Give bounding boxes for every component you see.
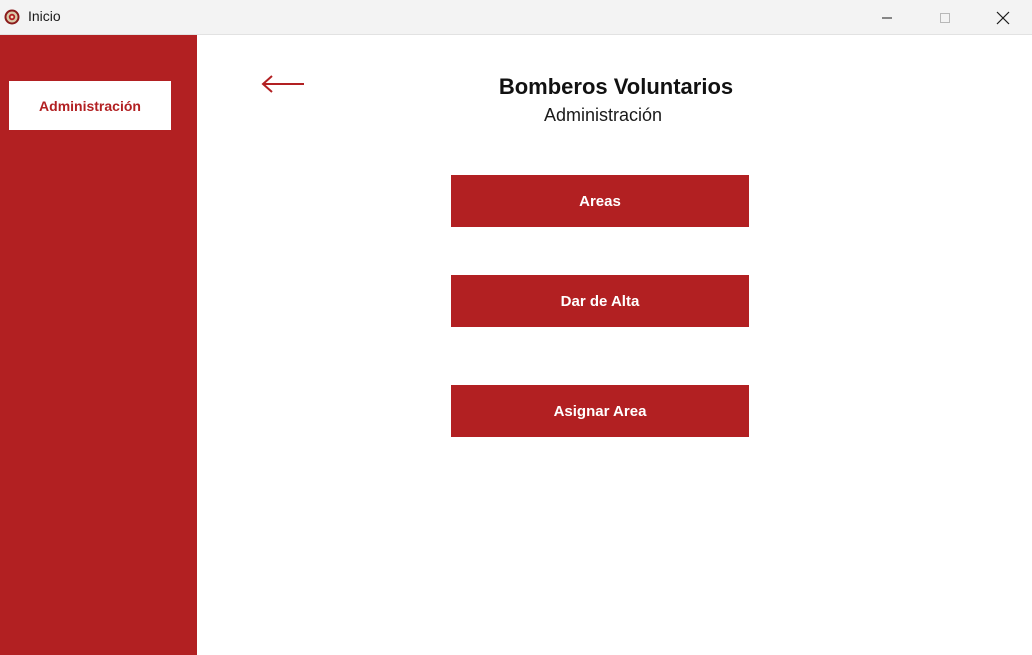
window-title: Inicio [28,8,61,24]
sidebar-item-administracion[interactable]: Administración [9,81,171,130]
back-arrow-icon [261,75,304,93]
maximize-icon [940,12,950,23]
minimize-button[interactable] [858,0,916,35]
page-subtitle: Administración [543,105,663,125]
title-bar: Inicio [0,0,1032,35]
close-icon [996,11,1010,24]
firefighter-emblem-icon [4,9,20,25]
dar-de-alta-button[interactable]: Dar de Alta [451,275,749,327]
minimize-icon [882,17,892,18]
sidebar-item-label: Administración [39,97,141,114]
app-window: Inicio Administración Bomberos Voluntari… [0,0,1032,655]
areas-button[interactable]: Areas [451,175,749,227]
close-button[interactable] [974,0,1032,35]
back-button[interactable] [258,70,308,98]
page-title: Bomberos Voluntarios [498,74,734,99]
maximize-button[interactable] [916,0,974,35]
sidebar: Administración [0,35,197,655]
asignar-area-button[interactable]: Asignar Area [451,385,749,437]
